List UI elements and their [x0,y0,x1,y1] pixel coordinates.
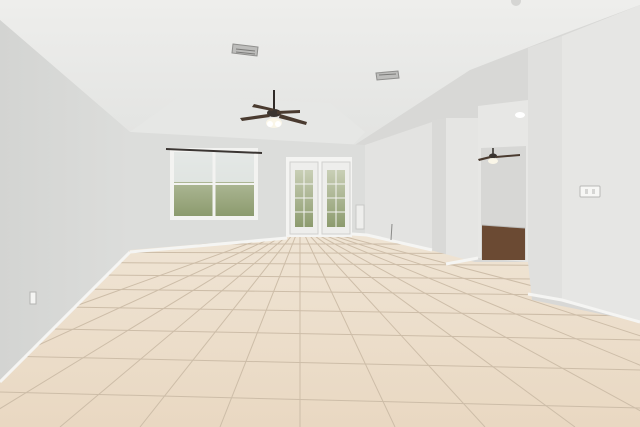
room-photo [0,0,640,427]
recessed-light [515,112,525,118]
wall-column [432,118,446,262]
wall-column-face [446,118,478,264]
window-icon [165,148,263,220]
wall-panel [355,204,365,230]
hallway-floor [482,225,525,260]
angled-wall [365,122,432,250]
room-scene-svg [0,0,640,427]
air-vent-icon [375,70,400,81]
right-wall [528,36,562,300]
far-right-wall [562,5,640,322]
light-switch-icon [579,185,601,198]
french-door-icon [286,157,352,237]
wall-outlet [29,291,37,305]
